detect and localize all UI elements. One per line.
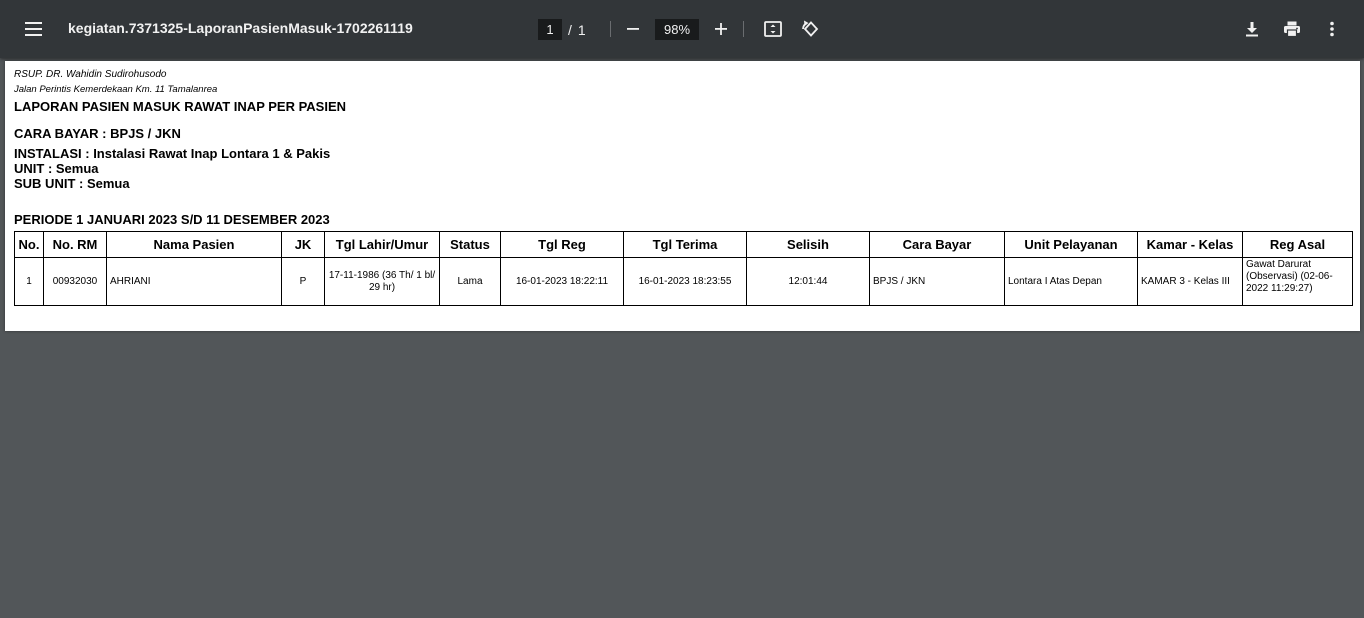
fit-to-page-icon[interactable] <box>762 18 784 40</box>
filter-block: INSTALASI : Instalasi Rawat Inap Lontara… <box>14 146 330 191</box>
zoom-input[interactable] <box>655 19 699 40</box>
col-header-cara-bayar: Cara Bayar <box>869 231 1005 258</box>
cell-status: Lama <box>439 257 501 306</box>
page-separator: / <box>568 21 572 38</box>
col-header-selisih: Selisih <box>746 231 870 258</box>
toolbar-divider <box>743 21 744 37</box>
pdf-toolbar: kegiatan.7371325-LaporanPasienMasuk-1702… <box>0 0 1364 58</box>
download-icon[interactable] <box>1241 18 1263 40</box>
col-header-tgl-terima: Tgl Terima <box>623 231 747 258</box>
cell-jk: P <box>281 257 325 306</box>
cell-tgl-reg: 16-01-2023 18:22:11 <box>500 257 624 306</box>
cell-tgl-lahir: 17-11-1986 (36 Th/ 1 bl/ 29 hr) <box>324 257 440 306</box>
menu-icon[interactable] <box>22 17 46 41</box>
cell-selisih: 12:01:44 <box>746 257 870 306</box>
instalasi-label: INSTALASI : Instalasi Rawat Inap Lontara… <box>14 146 331 161</box>
current-page-input[interactable] <box>538 19 562 40</box>
cara-bayar-label: CARA BAYAR : BPJS / JKN <box>14 126 181 141</box>
toolbar-divider <box>610 21 611 37</box>
periode-label: PERIODE 1 JANUARI 2023 S/D 11 DESEMBER 2… <box>14 212 330 227</box>
col-header-no-rm: No. RM <box>43 231 107 258</box>
plus-icon[interactable] <box>710 18 732 40</box>
cell-no: 1 <box>14 257 44 306</box>
total-pages: 1 <box>577 21 586 38</box>
cell-unit-pelayanan: Lontara I Atas Depan <box>1004 257 1138 306</box>
col-header-reg-asal: Reg Asal <box>1242 231 1353 258</box>
print-icon[interactable] <box>1281 18 1303 40</box>
col-header-unit-pelayanan: Unit Pelayanan <box>1004 231 1138 258</box>
col-header-tgl-reg: Tgl Reg <box>500 231 624 258</box>
cell-kamar-kelas: KAMAR 3 - Kelas III <box>1137 257 1243 306</box>
cell-no-rm: 00932030 <box>43 257 107 306</box>
more-vert-icon[interactable] <box>1321 18 1343 40</box>
col-header-tgl-lahir: Tgl Lahir/Umur <box>324 231 440 258</box>
sub-unit-label: SUB UNIT : Semua <box>14 176 130 191</box>
pdf-page: RSUP. DR. Wahidin Sudirohusodo Jalan Per… <box>5 61 1360 331</box>
col-header-nama-pasien: Nama Pasien <box>106 231 282 258</box>
hospital-address: Jalan Perintis Kemerdekaan Km. 11 Tamala… <box>14 84 218 95</box>
cell-nama: AHRIANI <box>106 257 282 306</box>
col-header-no: No. <box>14 231 44 258</box>
col-header-kamar-kelas: Kamar - Kelas <box>1137 231 1243 258</box>
col-header-status: Status <box>439 231 501 258</box>
report-title: LAPORAN PASIEN MASUK RAWAT INAP PER PASI… <box>14 99 347 114</box>
patient-table: No. No. RM Nama Pasien JK Tgl Lahir/Umur… <box>14 231 1353 306</box>
minus-icon[interactable] <box>622 18 644 40</box>
cell-reg-asal: Gawat Darurat (Observasi) (02-06-2022 11… <box>1242 257 1353 306</box>
table-header-row: No. No. RM Nama Pasien JK Tgl Lahir/Umur… <box>14 231 1353 258</box>
table-row: 1 00932030 AHRIANI P 17-11-1986 (36 Th/ … <box>14 257 1353 306</box>
cell-tgl-terima: 16-01-2023 18:23:55 <box>623 257 747 306</box>
hospital-name: RSUP. DR. Wahidin Sudirohusodo <box>14 69 167 80</box>
rotate-icon[interactable] <box>799 18 821 40</box>
document-title: kegiatan.7371325-LaporanPasienMasuk-1702… <box>68 20 413 36</box>
page-selector: / 1 <box>538 19 586 40</box>
cell-cara-bayar: BPJS / JKN <box>869 257 1005 306</box>
col-header-jk: JK <box>281 231 325 258</box>
unit-label: UNIT : Semua <box>14 161 99 176</box>
